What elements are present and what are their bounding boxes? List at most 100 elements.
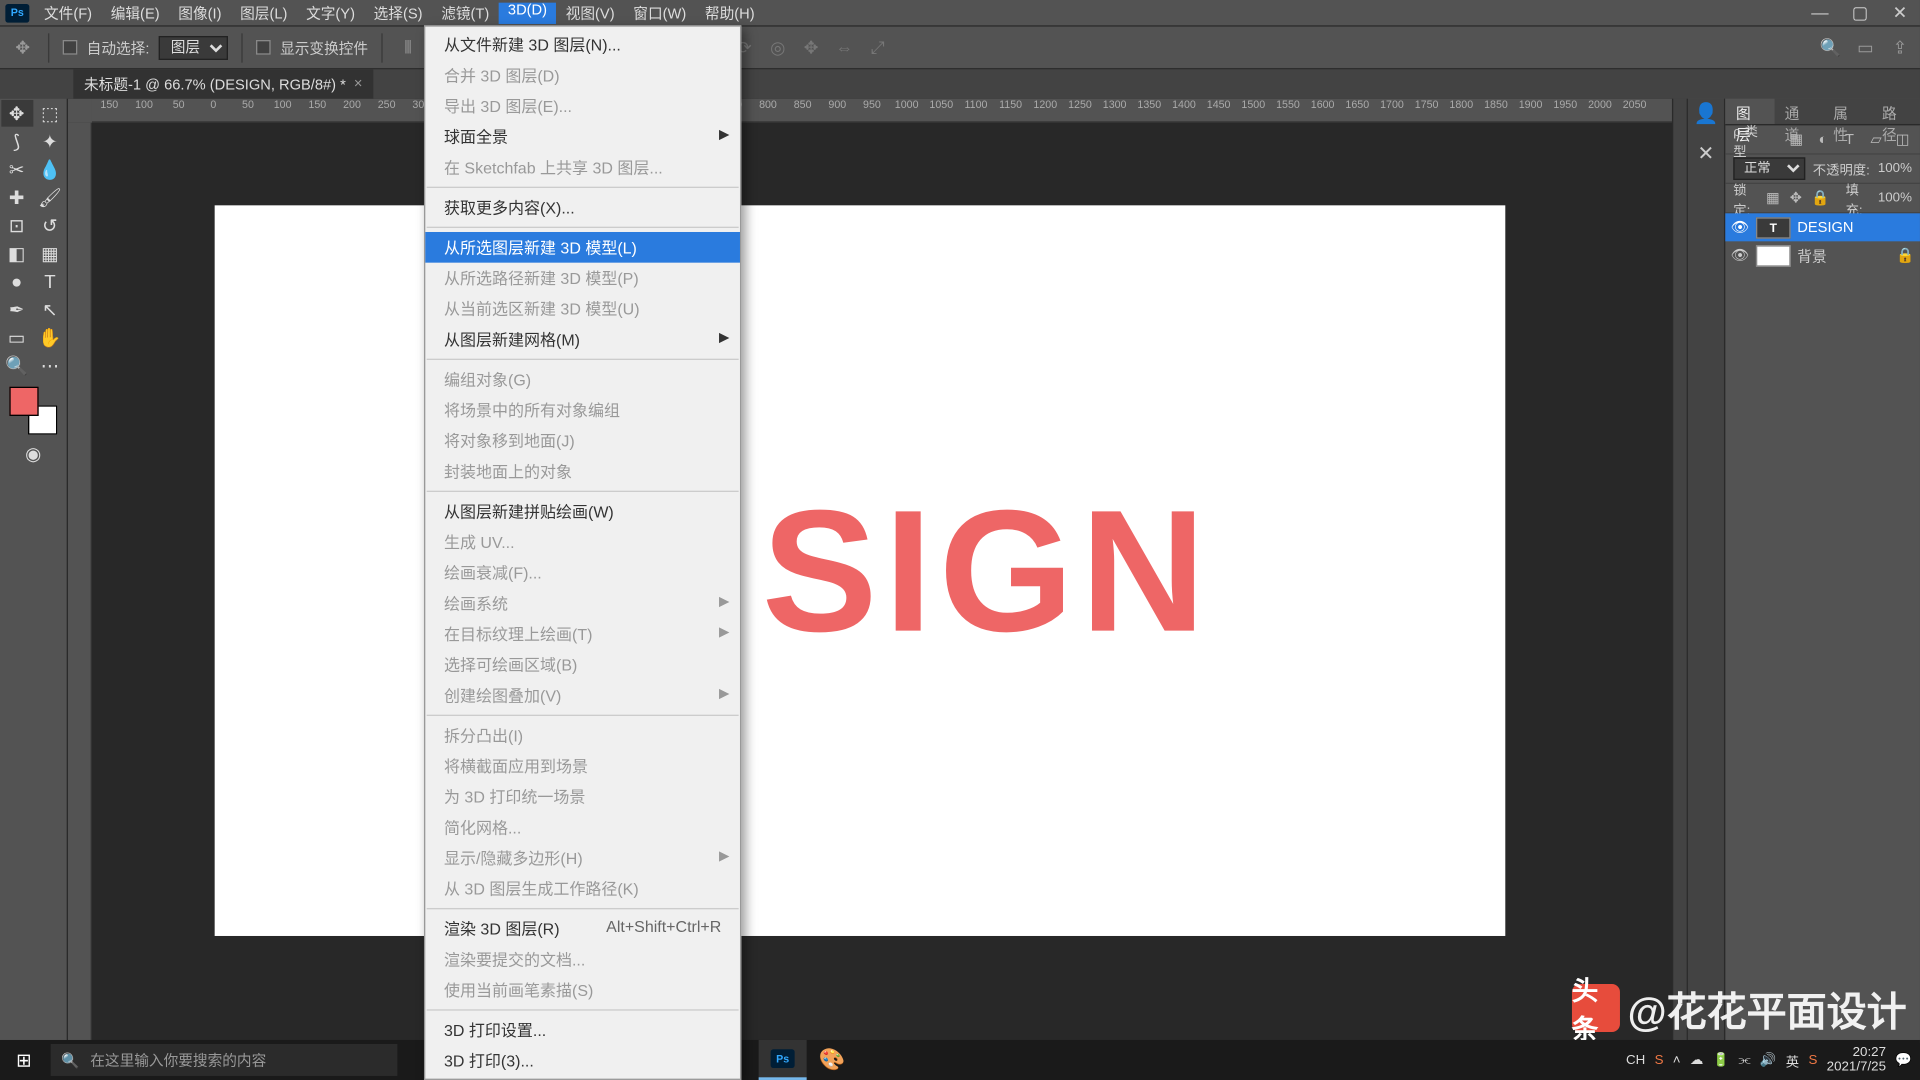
tray-chevron-icon[interactable]: ˄	[1673, 1053, 1681, 1068]
menu-item[interactable]: 获取更多内容(X)...	[425, 192, 740, 223]
foreground-color[interactable]	[9, 387, 38, 416]
close-tab-icon[interactable]: ×	[354, 76, 363, 92]
edit-toolbar[interactable]: ⋯	[34, 352, 66, 379]
menu-选择[interactable]: 选择(S)	[364, 2, 432, 23]
restore-button[interactable]: ▢	[1840, 0, 1880, 25]
minimize-button[interactable]: —	[1800, 0, 1840, 25]
menu-文件[interactable]: 文件(F)	[35, 2, 102, 23]
lock-all-icon[interactable]: 🔒	[1811, 189, 1829, 208]
3d-menu-dropdown[interactable]: 从文件新建 3D 图层(N)...合并 3D 图层(D)导出 3D 图层(E).…	[424, 25, 741, 1080]
fill-value[interactable]: 100%	[1878, 191, 1912, 206]
document-tab[interactable]: 未标题-1 @ 66.7% (DESIGN, RGB/8#) * ×	[73, 69, 373, 98]
menu-item[interactable]: 从文件新建 3D 图层(N)...	[425, 29, 740, 60]
marquee-tool[interactable]: ⬚	[34, 100, 66, 127]
menu-图像[interactable]: 图像(I)	[169, 2, 231, 23]
menu-视图[interactable]: 视图(V)	[556, 2, 624, 23]
filter-shape-icon[interactable]: ▱	[1867, 130, 1886, 149]
tray-network-icon[interactable]: ⫘	[1739, 1053, 1751, 1068]
search-icon[interactable]: 🔍	[1819, 35, 1843, 59]
path-tool[interactable]: ↖	[34, 296, 66, 323]
panel-tab-路径[interactable]: 路径	[1871, 99, 1920, 124]
show-transform-checkbox[interactable]	[256, 40, 271, 55]
show-transform-label: 显示变换控件	[280, 37, 368, 58]
filter-adjust-icon[interactable]: ◐	[1814, 130, 1833, 149]
tray-volume-icon[interactable]: 🔊	[1760, 1053, 1777, 1068]
filter-type-icon[interactable]: T	[1840, 130, 1859, 149]
opacity-value[interactable]: 100%	[1878, 161, 1912, 176]
panel-adjust-icon[interactable]: ✕	[1698, 141, 1715, 165]
menu-item[interactable]: 渲染 3D 图层(R)Alt+Shift+Ctrl+R	[425, 913, 740, 944]
menu-item[interactable]: 3D 打印(3)...	[425, 1045, 740, 1076]
lasso-tool[interactable]: ⟆	[1, 128, 33, 155]
lock-pixels-icon[interactable]: ▦	[1766, 189, 1781, 208]
type-tool[interactable]: T	[34, 268, 66, 295]
quickmask-tool[interactable]: ◉	[17, 440, 49, 467]
blend-mode-select[interactable]: 正常	[1733, 157, 1805, 180]
gradient-tool[interactable]: ▦	[34, 240, 66, 267]
menu-item: 生成 UV...	[425, 527, 740, 558]
menu-图层[interactable]: 图层(L)	[231, 2, 297, 23]
visibility-icon[interactable]: 👁	[1731, 219, 1750, 236]
lock-position-icon[interactable]: ✥	[1788, 189, 1803, 208]
move-tool[interactable]: ✥	[1, 100, 33, 127]
eyedropper-tool[interactable]: 💧	[34, 156, 66, 183]
fill-label: 填充:	[1846, 178, 1870, 218]
clock[interactable]: 20:27 2021/7/25	[1827, 1045, 1886, 1074]
app-icon: Ps	[5, 3, 29, 22]
panel-user-icon[interactable]: 👤	[1693, 101, 1718, 125]
hand-tool[interactable]: ✋	[34, 324, 66, 351]
share-icon[interactable]: ⇪	[1888, 35, 1912, 59]
align-icon[interactable]: ⫴	[396, 35, 420, 59]
menu-item[interactable]: 球面全景▶	[425, 121, 740, 152]
menu-文字[interactable]: 文字(Y)	[297, 2, 365, 23]
taskbar-search[interactable]: 🔍 在这里输入你要搜索的内容	[51, 1044, 398, 1076]
heal-tool[interactable]: ✚	[1, 184, 33, 211]
menu-窗口[interactable]: 窗口(W)	[624, 2, 696, 23]
layer-row[interactable]: 👁TDESIGN	[1725, 213, 1920, 241]
visibility-icon[interactable]: 👁	[1731, 247, 1750, 264]
canvas[interactable]: DESIGN	[215, 205, 1506, 936]
layer-row[interactable]: 👁背景🔒	[1725, 241, 1920, 269]
wand-tool[interactable]: ✦	[34, 128, 66, 155]
menu-item: 从 3D 图层生成工作路径(K)	[425, 873, 740, 904]
tray-icon[interactable]: S	[1808, 1053, 1817, 1068]
ime-indicator[interactable]: CH	[1626, 1053, 1645, 1068]
color-swatches[interactable]	[9, 387, 57, 435]
menu-3D[interactable]: 3D(D)	[499, 2, 557, 23]
panel-tab-通道[interactable]: 通道	[1774, 99, 1823, 124]
close-button[interactable]: ✕	[1880, 0, 1920, 25]
pen-tool[interactable]: ✒	[1, 296, 33, 323]
menu-item[interactable]: 从图层新建拼贴绘画(W)	[425, 496, 740, 527]
zoom-tool[interactable]: 🔍	[1, 352, 33, 379]
history-brush-tool[interactable]: ↺	[34, 212, 66, 239]
menu-item[interactable]: 从图层新建网格(M)▶	[425, 324, 740, 355]
filter-smart-icon[interactable]: ◫	[1893, 130, 1912, 149]
photoshop-icon[interactable]: Ps	[759, 1040, 807, 1080]
brush-tool[interactable]: 🖌	[34, 184, 66, 211]
shape-tool[interactable]: ▭	[1, 324, 33, 351]
auto-select-checkbox[interactable]	[63, 40, 78, 55]
start-button[interactable]: ⊞	[0, 1040, 48, 1080]
panel-tab-属性[interactable]: 属性	[1823, 99, 1872, 124]
menu-滤镜[interactable]: 滤镜(T)	[432, 2, 499, 23]
ime-lang[interactable]: 英	[1786, 1050, 1799, 1070]
blur-tool[interactable]: ●	[1, 268, 33, 295]
menu-帮助[interactable]: 帮助(H)	[696, 2, 764, 23]
tray-power-icon[interactable]: 🔋	[1713, 1053, 1730, 1068]
filter-image-icon[interactable]: ▦	[1787, 130, 1806, 149]
menu-item[interactable]: 3D 打印设置...	[425, 1015, 740, 1046]
layers-list: 👁TDESIGN👁背景🔒	[1725, 213, 1920, 1042]
menu-编辑[interactable]: 编辑(E)	[101, 2, 169, 23]
notifications-icon[interactable]: 💬	[1895, 1053, 1912, 1068]
workspace-icon[interactable]: ▭	[1853, 35, 1877, 59]
panel-collapse-strip[interactable]	[1672, 99, 1687, 1043]
tray-icon[interactable]: S	[1655, 1053, 1664, 1068]
crop-tool[interactable]: ✂	[1, 156, 33, 183]
stamp-tool[interactable]: ⊡	[1, 212, 33, 239]
move-tool-icon: ✥	[11, 35, 35, 59]
auto-select-dropdown[interactable]: 图层	[159, 35, 228, 59]
app-icon[interactable]: 🎨	[808, 1040, 856, 1080]
eraser-tool[interactable]: ◧	[1, 240, 33, 267]
tray-cloud-icon[interactable]: ☁	[1690, 1053, 1703, 1068]
menu-item[interactable]: 从所选图层新建 3D 模型(L)	[425, 232, 740, 263]
